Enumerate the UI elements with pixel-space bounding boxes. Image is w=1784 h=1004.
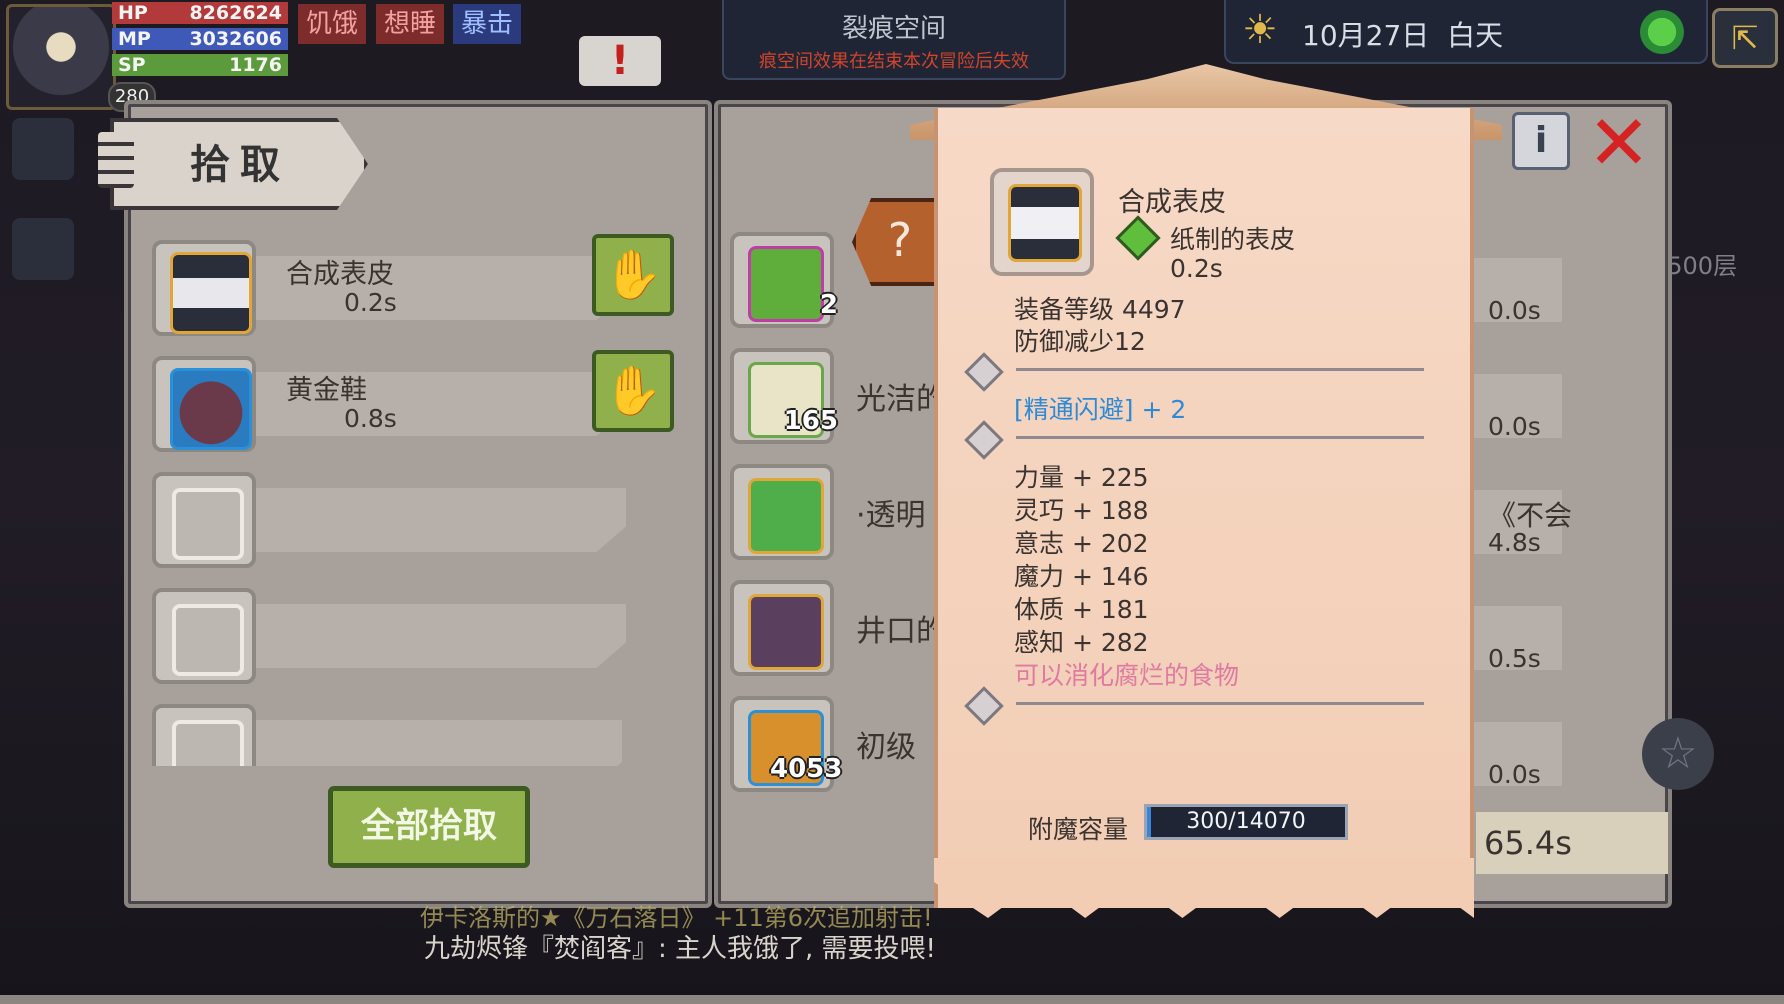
hp-label: HP: [118, 2, 148, 24]
stat-line: 意志 + 202: [1014, 529, 1149, 558]
ground-strip: [0, 995, 1784, 1004]
alert-button[interactable]: !: [579, 36, 661, 86]
banner-binding: [98, 132, 134, 188]
tooltip-item-type: 纸制的表皮: [1170, 225, 1296, 254]
enchant-capacity-bar: 300/14070: [1144, 804, 1348, 840]
item-name: 黄金鞋: [286, 375, 367, 406]
date-display: 10月27日 白天: [1302, 14, 1503, 54]
divider: [1016, 368, 1424, 371]
list-item[interactable]: ·透明: [730, 464, 940, 560]
row-time: 4.8s: [1488, 528, 1541, 557]
divider: [1016, 436, 1424, 439]
hand-pickup-icon: ✋: [603, 363, 663, 419]
enchant-value: 300/14070: [1186, 809, 1306, 834]
skill-icon[interactable]: [12, 218, 74, 280]
divider: [1016, 702, 1424, 705]
empty-slot: [152, 472, 626, 568]
info-icon[interactable]: i: [1512, 112, 1570, 170]
stat-line: 灵巧 + 188: [1014, 496, 1149, 525]
pick-all-button[interactable]: 全部拾取: [328, 786, 530, 868]
sp-value: 1176: [229, 54, 282, 76]
sp-bar: SP 1176: [112, 54, 288, 76]
hand-pickup-icon: ✋: [603, 247, 663, 303]
sp-label: SP: [118, 54, 146, 76]
special-effect: 可以消化腐烂的食物: [1014, 661, 1240, 690]
row-time: 0.5s: [1488, 644, 1541, 673]
sun-icon: ☀: [1242, 7, 1278, 53]
equip-level: 装备等级 4497: [1014, 295, 1186, 324]
empty-slot: [152, 704, 622, 766]
buff-sleepy[interactable]: 想睡: [376, 4, 445, 44]
stat-line: 魔力 + 146: [1014, 562, 1149, 591]
total-time: 65.4s: [1476, 812, 1668, 874]
rift-title: 裂痕空间: [841, 14, 946, 44]
hp-value: 8262624: [189, 2, 282, 24]
date-value: 10月27日: [1302, 19, 1430, 52]
chat-line: 九劫烬锋『焚阎客』: 主人我饿了, 需要投喂!: [424, 934, 936, 964]
armor-icon: [990, 168, 1094, 276]
item-time: 0.8s: [344, 404, 397, 433]
close-icon[interactable]: ✕: [1584, 105, 1654, 181]
stat-line: 力量 + 225: [1014, 463, 1149, 492]
exit-icon[interactable]: ⇱: [1712, 8, 1778, 68]
row-time: 0.0s: [1488, 296, 1541, 325]
mp-bar: MP 3032606: [112, 28, 288, 50]
list-item[interactable]: 165 光洁的: [730, 348, 946, 444]
item-name: 光洁的: [856, 382, 946, 417]
pickup-title: 拾取: [190, 142, 290, 188]
collar-icon: [730, 580, 834, 676]
item-count: 4053: [770, 754, 843, 784]
item-name: 合成表皮: [286, 259, 394, 290]
stat-line: 感知 + 282: [1014, 628, 1149, 657]
pickup-slot[interactable]: 黄金鞋 0.8s ✋: [152, 350, 674, 452]
globe-icon[interactable]: [1640, 10, 1684, 54]
item-time: 0.2s: [344, 288, 397, 317]
row-time: 0.0s: [1488, 760, 1541, 789]
stat-line: 体质 + 181: [1014, 595, 1149, 624]
empty-slot: [152, 588, 626, 684]
item-count: 2: [819, 290, 838, 320]
shield-icon[interactable]: [12, 118, 74, 180]
buff-crit[interactable]: 暴击: [453, 4, 522, 44]
empty-slot-frame: [152, 588, 256, 684]
mp-value: 3032606: [189, 28, 282, 50]
rift-info: 裂痕空间 痕空间效果在结束本次冒险后失效: [722, 0, 1066, 80]
empty-slot-frame: [152, 704, 256, 766]
list-item[interactable]: 4053 初级: [730, 696, 940, 792]
pickup-button[interactable]: ✋: [592, 350, 674, 432]
armor-icon: [152, 240, 256, 336]
buff-hunger[interactable]: 饥饿: [298, 4, 367, 44]
green-gem-icon: [730, 464, 834, 560]
pickup-button[interactable]: ✋: [592, 234, 674, 316]
boots-icon: [152, 356, 256, 452]
item-name: 井口的: [856, 614, 946, 649]
rift-subtitle: 痕空间效果在结束本次冒险后失效: [759, 51, 1029, 72]
item-count: 165: [783, 406, 838, 436]
enchant-label: 附魔容量: [1028, 815, 1129, 844]
mp-label: MP: [118, 28, 151, 50]
empty-slot-frame: [152, 472, 256, 568]
daytime-value: 白天: [1447, 19, 1504, 52]
tooltip-item-time: 0.2s: [1170, 254, 1223, 283]
star-icon[interactable]: ☆: [1642, 718, 1714, 790]
slot-bar: [256, 720, 622, 766]
skill-bonus: [精通闪避] + 2: [1014, 395, 1187, 424]
item-name: 初级: [856, 730, 916, 765]
list-item[interactable]: 井口的: [730, 580, 946, 676]
hp-bar: HP 8262624: [112, 2, 288, 24]
item-name: ·透明: [856, 498, 926, 533]
slot-bar: [256, 604, 626, 668]
player-avatar[interactable]: [6, 4, 116, 110]
row-time: 0.0s: [1488, 412, 1541, 441]
defense-stat: 防御减少12: [1014, 327, 1146, 356]
pickup-slot[interactable]: 合成表皮 0.2s ✋: [152, 234, 674, 336]
tooltip-item-name: 合成表皮: [1118, 187, 1226, 218]
slot-bar: [256, 488, 626, 552]
